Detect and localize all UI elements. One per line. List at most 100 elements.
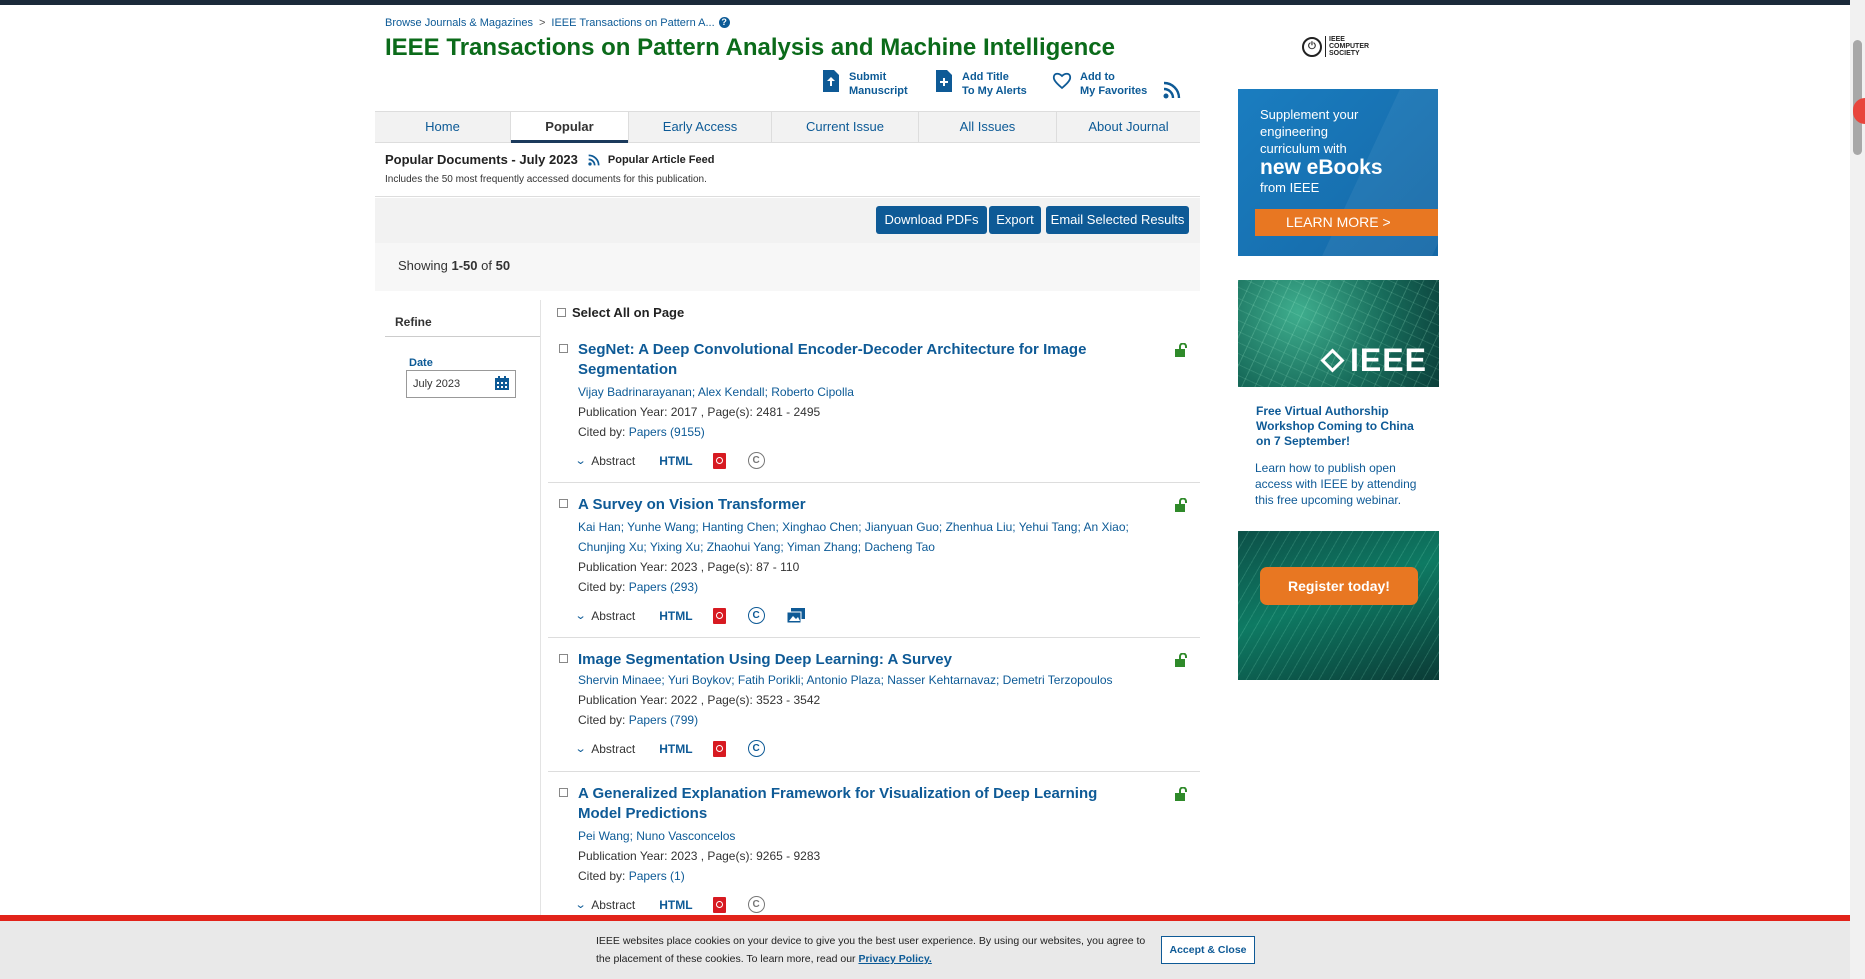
alerts-label-1: Add Title <box>962 71 1009 83</box>
help-icon[interactable]: ? <box>718 17 730 28</box>
breadcrumb-journal-link[interactable]: IEEE Transactions on Pattern A... <box>551 17 714 29</box>
download-pdfs-button[interactable]: Download PDFs <box>876 206 987 234</box>
register-today-button[interactable]: Register today! <box>1260 567 1418 605</box>
popular-subtext: Includes the 50 most frequently accessed… <box>385 174 707 185</box>
select-all-checkbox[interactable] <box>557 308 566 317</box>
heart-icon <box>1052 72 1072 90</box>
cited-papers-link[interactable]: Papers (1) <box>629 869 685 883</box>
ieee-workshop-banner[interactable]: IEEE <box>1238 280 1439 387</box>
tab-popular[interactable]: Popular <box>511 112 629 143</box>
cited-label: Cited by: <box>578 869 629 883</box>
tab-all-issues[interactable]: All Issues <box>919 112 1057 142</box>
result-authors[interactable]: Vijay Badrinarayanan; Alex Kendall; Robe… <box>578 382 1168 402</box>
result-authors[interactable]: Pei Wang; Nuno Vasconcelos <box>578 826 1168 846</box>
result-meta: Publication Year: 2023 , Page(s): 87 - 1… <box>578 560 800 574</box>
abstract-toggle[interactable]: ⌄ Abstract <box>575 608 636 623</box>
result-authors[interactable]: Shervin Minaee; Yuri Boykov; Fatih Porik… <box>578 670 1168 690</box>
result-checkbox[interactable] <box>559 344 568 353</box>
result-meta: Publication Year: 2017 , Page(s): 2481 -… <box>578 405 821 419</box>
ad-headline: new eBooks <box>1260 156 1383 179</box>
cited-label: Cited by: <box>578 425 629 439</box>
tab-early-access[interactable]: Early Access <box>629 112 772 142</box>
refine-underline <box>385 336 540 337</box>
result-title[interactable]: Image Segmentation Using Deep Learning: … <box>578 650 1098 670</box>
abstract-toggle[interactable]: ⌄ Abstract <box>575 742 636 756</box>
result-checkbox[interactable] <box>559 788 568 797</box>
workshop-description: Learn how to publish open access with IE… <box>1255 461 1417 507</box>
divider <box>375 196 1200 197</box>
cited-papers-link[interactable]: Papers (799) <box>629 713 698 727</box>
cited-papers-link[interactable]: Papers (9155) <box>629 425 705 439</box>
result-meta: Publication Year: 2023 , Page(s): 9265 -… <box>578 849 821 863</box>
result-checkbox[interactable] <box>559 499 568 508</box>
result-title[interactable]: SegNet: A Deep Convolutional Encoder-Dec… <box>578 340 1098 380</box>
open-access-lock-icon <box>1175 343 1187 357</box>
date-label: Date <box>409 357 433 369</box>
popular-heading: Popular Documents - July 2023 <box>385 152 578 167</box>
submit-manuscript-button[interactable]: Submit Manuscript <box>821 70 908 98</box>
breadcrumb-separator: > <box>538 17 546 29</box>
ad-line: Supplement your <box>1260 107 1359 122</box>
result-checkbox[interactable] <box>559 654 568 663</box>
showing-range: 1-50 <box>451 258 478 273</box>
copyright-icon[interactable]: C <box>747 740 765 757</box>
abstract-toggle[interactable]: ⌄ Abstract <box>574 897 636 912</box>
calendar-icon[interactable] <box>494 375 510 391</box>
abstract-label: Abstract <box>591 897 636 912</box>
pdf-icon[interactable] <box>712 896 726 913</box>
alerts-label-2: To My Alerts <box>962 85 1027 97</box>
tab-about-journal[interactable]: About Journal <box>1057 112 1200 142</box>
html-link[interactable]: HTML <box>659 898 692 912</box>
abstract-label: Abstract <box>591 608 636 623</box>
select-all-row[interactable]: Select All on Page <box>557 305 684 320</box>
export-button[interactable]: Export <box>989 206 1041 234</box>
add-to-favorites-button[interactable]: Add to My Favorites <box>1052 70 1147 98</box>
result-title[interactable]: A Survey on Vision Transformer <box>578 495 1098 515</box>
copyright-icon[interactable]: C <box>747 452 765 469</box>
pdf-icon[interactable] <box>712 452 726 469</box>
rss-feed-icon[interactable] <box>588 153 600 166</box>
learn-more-button[interactable]: LEARN MORE > <box>1255 209 1438 236</box>
tab-current-issue[interactable]: Current Issue <box>772 112 919 142</box>
ad-line: engineering <box>1260 124 1328 139</box>
result-authors[interactable]: Kai Han; Yunhe Wang; Hanting Chen; Xingh… <box>578 517 1168 557</box>
html-link[interactable]: HTML <box>659 742 692 756</box>
popular-feed-link[interactable]: Popular Article Feed <box>608 154 715 166</box>
cited-papers-link[interactable]: Papers (293) <box>629 580 698 594</box>
accept-close-button[interactable]: Accept & Close <box>1161 936 1255 964</box>
result-cited: Cited by: Papers (293) <box>578 580 698 594</box>
abstract-toggle[interactable]: ⌄ Abstract <box>575 454 636 468</box>
popular-heading-row: Popular Documents - July 2023 Popular Ar… <box>385 152 714 167</box>
ebooks-ad[interactable]: Supplement your engineering curriculum w… <box>1238 89 1438 256</box>
ieee-diamond-icon <box>1320 348 1345 373</box>
breadcrumb: Browse Journals & Magazines > IEEE Transac… <box>385 17 730 29</box>
result-divider <box>548 771 1200 772</box>
open-access-lock-icon <box>1175 653 1187 667</box>
email-selected-results-button[interactable]: Email Selected Results <box>1046 206 1189 234</box>
workshop-title-link[interactable]: Free Virtual Authorship Workshop Coming … <box>1256 404 1426 449</box>
html-link[interactable]: HTML <box>659 609 692 623</box>
chevron-down-icon: ⌄ <box>574 899 587 911</box>
result-title[interactable]: A Generalized Explanation Framework for … <box>578 784 1098 824</box>
society-logo-line: SOCIETY <box>1329 50 1360 57</box>
result-cited: Cited by: Papers (9155) <box>578 425 705 439</box>
register-banner: Register today! <box>1238 531 1439 680</box>
privacy-policy-link[interactable]: Privacy Policy. <box>858 953 931 965</box>
copyright-icon[interactable]: C <box>747 607 765 624</box>
ebooks-ad-text: Supplement your engineering curriculum w… <box>1260 106 1383 196</box>
pdf-icon[interactable] <box>712 607 726 624</box>
tab-home[interactable]: Home <box>375 112 511 142</box>
pdf-icon[interactable] <box>712 740 726 757</box>
html-link[interactable]: HTML <box>659 454 692 468</box>
result-actions: ⌄ Abstract HTML C <box>574 896 765 913</box>
showing-total: 50 <box>495 258 511 273</box>
rss-icon[interactable] <box>1163 81 1181 99</box>
computer-society-logo[interactable]: ⏻ IEEE COMPUTER SOCIETY <box>1302 36 1369 57</box>
multimedia-icon[interactable] <box>786 608 805 623</box>
cookie-message: IEEE websites place cookies on your devi… <box>596 932 1156 968</box>
result-cited: Cited by: Papers (799) <box>578 713 698 727</box>
copyright-icon[interactable]: C <box>747 896 765 913</box>
ieee-logo-text: IEEE <box>1350 342 1427 378</box>
breadcrumb-browse-link[interactable]: Browse Journals & Magazines <box>385 17 533 29</box>
add-title-alerts-button[interactable]: Add Title To My Alerts <box>934 70 1027 98</box>
